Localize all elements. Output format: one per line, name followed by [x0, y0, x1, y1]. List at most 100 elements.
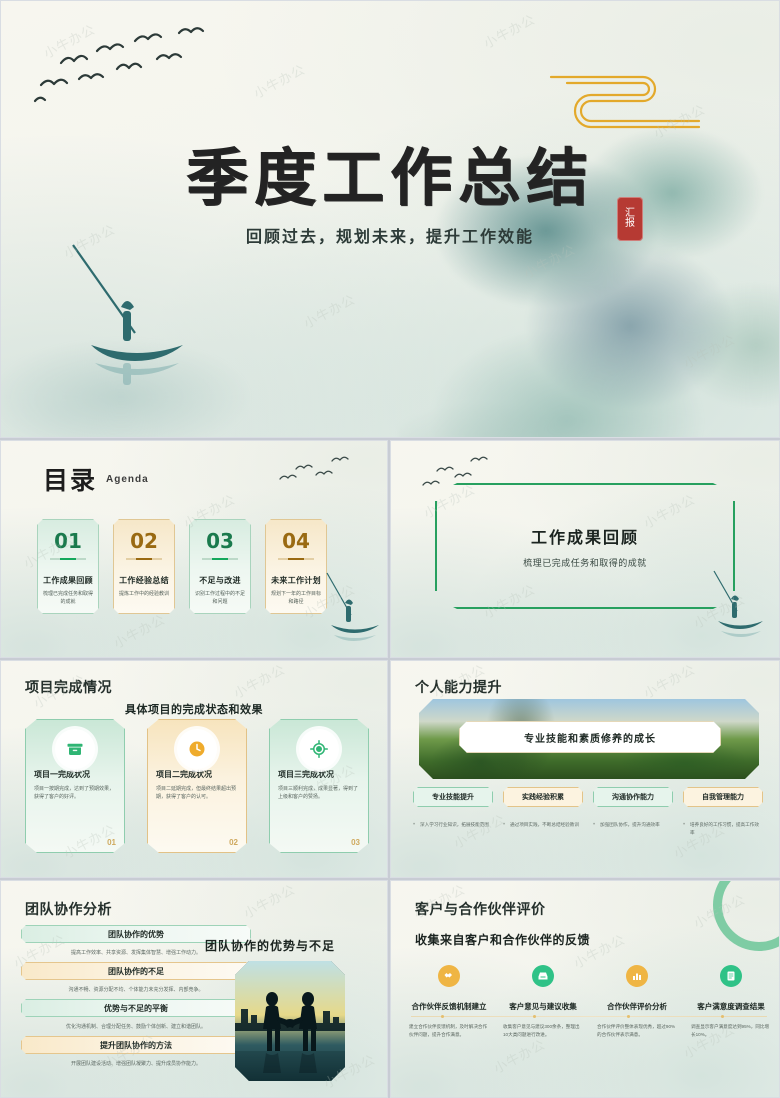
agenda-card[interactable]: 02 工作经验总结 提炼工作中的经验教训: [113, 519, 175, 614]
list-item[interactable]: 提升团队协作的方法 开展团队建设活动、增强团队凝聚力、提升成员协作能力。: [21, 1036, 251, 1067]
boatman-silhouette-icon: [326, 572, 379, 641]
page-title: 项目完成情况: [25, 679, 112, 695]
growth-note-row: 深入学习行业知识，拓展技能范围 通过项目实践，不断总结经验教训 加强团队协作，提…: [413, 820, 763, 837]
client-heading: 客户意见与建议收集: [509, 1002, 577, 1011]
growth-note: 培养良好的工作习惯，提高工作效率: [683, 820, 763, 837]
slide-section-header: 工作成果回顾 梳理已完成任务和取得的成就 小牛办公 小牛办公 小牛办公 小牛办公: [390, 440, 780, 658]
agenda-desc: 识别工作过程中的不足和问题: [194, 591, 245, 605]
growth-pill[interactable]: 自我管理能力: [683, 787, 763, 807]
growth-note: 深入学习行业知识，拓展技能范围: [413, 820, 493, 837]
project-number: 02: [229, 838, 238, 847]
list-item[interactable]: 优势与不足的平衡 优化沟通机制、合理分配任务、鼓励个体创新、建立和谐团队。: [21, 999, 251, 1030]
project-heading: 项目三完成状况: [278, 770, 334, 779]
teamwork-right-heading: 团队协作的优势与不足: [204, 939, 335, 953]
agenda-heading: 工作经验总结: [119, 576, 169, 585]
birds-flock-icon: [279, 456, 349, 480]
slide-deck: 季度工作总结 回顾过去，规划未来，提升工作效能 汇 报 小牛办公 小牛办公 小牛…: [0, 0, 780, 1098]
client-column[interactable]: 合作伙伴反馈机制建立: [405, 965, 493, 1012]
handshake-silhouette-icon: [235, 961, 345, 1081]
agenda-card[interactable]: 04 未来工作计划 规划下一年的工作目标和路径: [265, 519, 327, 614]
timeline-dot: [627, 1015, 630, 1018]
projects-card-row: 项目一完成状况 项目一按期完成，达到了预期效果，获得了客户的好评。 01 项目二…: [25, 719, 369, 853]
chart-icon: [626, 965, 648, 987]
client-column[interactable]: 客户意见与建议收集: [499, 965, 587, 1012]
slide-client-feedback: 客户与合作伙伴评价 收集来自客户和合作伙伴的反馈 合作伙伴反馈机制建立 客户意见…: [390, 880, 780, 1098]
inbox-icon: [532, 965, 554, 987]
client-heading: 客户满意度调查结果: [697, 1002, 765, 1011]
teamwork-bar[interactable]: 提升团队协作的方法: [21, 1036, 251, 1054]
slide-cover: 季度工作总结 回顾过去，规划未来，提升工作效能 汇 报 小牛办公 小牛办公 小牛…: [0, 0, 780, 438]
client-desc: 合作伙伴评价整体表现优秀，超过90%的合作伙伴表示满意。: [597, 1024, 676, 1038]
project-desc: 项目一按期完成，达到了预期效果，获得了客户的好评。: [34, 786, 115, 800]
client-desc: 调查显示客户满意度达到95%，同比增长10%。: [691, 1024, 770, 1038]
birds-flock-icon: [33, 27, 205, 103]
agenda-number: 04: [282, 529, 310, 553]
growth-pill[interactable]: 实践经验积累: [503, 787, 583, 807]
page-title: 个人能力提升: [415, 679, 502, 695]
agenda-number: 01: [54, 529, 82, 553]
project-card[interactable]: 项目三完成状况 项目三顺利完成，成果显著，得到了上级和客户的赞扬。 03: [269, 719, 369, 853]
client-column[interactable]: 合作伙伴评价分析: [593, 965, 681, 1012]
section-frame-inner: 工作成果回顾 梳理已完成任务和取得的成就: [437, 485, 733, 607]
growth-pill[interactable]: 专业技能提升: [413, 787, 493, 807]
projects-subtitle: 具体项目的完成状态和效果: [125, 704, 263, 716]
client-column[interactable]: 客户满意度调查结果: [687, 965, 775, 1012]
agenda-heading: 工作成果回顾: [43, 576, 93, 585]
teamwork-bar[interactable]: 优势与不足的平衡: [21, 999, 251, 1017]
section-desc: 梳理已完成任务和取得的成就: [523, 557, 647, 568]
handshake-photo: [235, 961, 345, 1081]
agenda-number: 03: [206, 529, 234, 553]
project-heading: 项目二完成状况: [156, 770, 212, 779]
slide-agenda: 目录 Agenda 01 工作成果回顾 梳理已完成任务和取得的成就 02 工作经…: [0, 440, 388, 658]
page-title-en: Agenda: [106, 474, 149, 485]
timeline-rule: [411, 1016, 767, 1017]
page-title: 客户与合作伙伴评价: [415, 901, 546, 917]
archive-box-icon: [55, 729, 95, 769]
teamwork-bar[interactable]: 团队协作的不足: [21, 962, 251, 980]
target-icon: [299, 729, 339, 769]
agenda-heading: 未来工作计划: [271, 576, 321, 585]
teamwork-desc: 开展团队建设活动、增强团队凝聚力、提升成员协作能力。: [70, 1061, 201, 1067]
project-desc: 项目三顺利完成，成果显著，得到了上级和客户的赞扬。: [278, 786, 359, 800]
agenda-number: 02: [130, 529, 158, 553]
growth-pill-row: 专业技能提升 实践经验积累 沟通协作能力 自我管理能力: [413, 787, 763, 807]
page-title: 目录: [43, 466, 98, 495]
project-card[interactable]: 项目一完成状况 项目一按期完成，达到了预期效果，获得了客户的好评。 01: [25, 719, 125, 853]
timeline-dot: [533, 1015, 536, 1018]
client-column-row: 合作伙伴反馈机制建立 客户意见与建议收集 合作伙伴评价分析 客户满意度调查结果: [405, 965, 775, 1012]
growth-note: 通过项目实践，不断总结经验教训: [503, 820, 583, 837]
agenda-card[interactable]: 01 工作成果回顾 梳理已完成任务和取得的成就: [37, 519, 99, 614]
agenda-desc: 提炼工作中的经验教训: [118, 591, 169, 597]
agenda-desc: 规划下一年的工作目标和路径: [270, 591, 321, 605]
seal-char-2: 报: [625, 218, 635, 229]
page-title: 团队协作分析: [25, 901, 112, 917]
project-number: 03: [351, 838, 360, 847]
growth-pill[interactable]: 沟通协作能力: [593, 787, 673, 807]
client-desc-row: 建立合作伙伴反馈机制，及时解决合作伙伴问题，提升合作满意。 收集客户意见与建议3…: [405, 1023, 775, 1039]
agenda-divider: [50, 558, 86, 560]
agenda-desc: 梳理已完成任务和取得的成就: [42, 591, 93, 605]
slide-projects: 项目完成情况 具体项目的完成状态和效果 项目一完成状况 项目一按期完成，达到了预…: [0, 660, 388, 878]
agenda-card[interactable]: 03 不足与改进 识别工作过程中的不足和问题: [189, 519, 251, 614]
timeline-dot: [441, 1015, 444, 1018]
slide-personal-growth: 个人能力提升 专业技能和素质修养的成长 专业技能提升 实践经验积累 沟通协作能力…: [390, 660, 780, 878]
report-seal-stamp: 汇 报: [617, 197, 643, 241]
survey-icon: [720, 965, 742, 987]
boatman-silhouette-icon: [713, 570, 763, 637]
timeline-dot: [721, 1015, 724, 1018]
client-desc: 收集客户意见与建议300余条，整理出10大类问题进行改进。: [503, 1024, 580, 1038]
list-item[interactable]: 团队协作的不足 沟通不畅、资源分配不均、个体能力未充分发挥、内部竞争。: [21, 962, 251, 993]
clock-icon: [177, 729, 217, 769]
boatman-silhouette-icon: [72, 244, 183, 385]
page-title: 季度工作总结: [185, 141, 594, 214]
project-card[interactable]: 项目二完成状况 项目二延期完成，但最终结果超出预期，获得了客户的认可。 02: [147, 719, 247, 853]
agenda-divider: [278, 558, 314, 560]
agenda-divider: [126, 558, 162, 560]
cover-subtitle: 回顾过去，规划未来，提升工作效能: [245, 229, 534, 246]
section-frame: 工作成果回顾 梳理已完成任务和取得的成就: [435, 483, 735, 609]
project-desc: 项目二延期完成，但最终结果超出预期，获得了客户的认可。: [156, 786, 237, 800]
cloud-scroll-ornament-icon: [549, 75, 701, 129]
project-heading: 项目一完成状况: [34, 770, 90, 779]
section-heading: 工作成果回顾: [530, 529, 639, 547]
client-subtitle: 收集来自客户和合作伙伴的反馈: [415, 933, 591, 947]
